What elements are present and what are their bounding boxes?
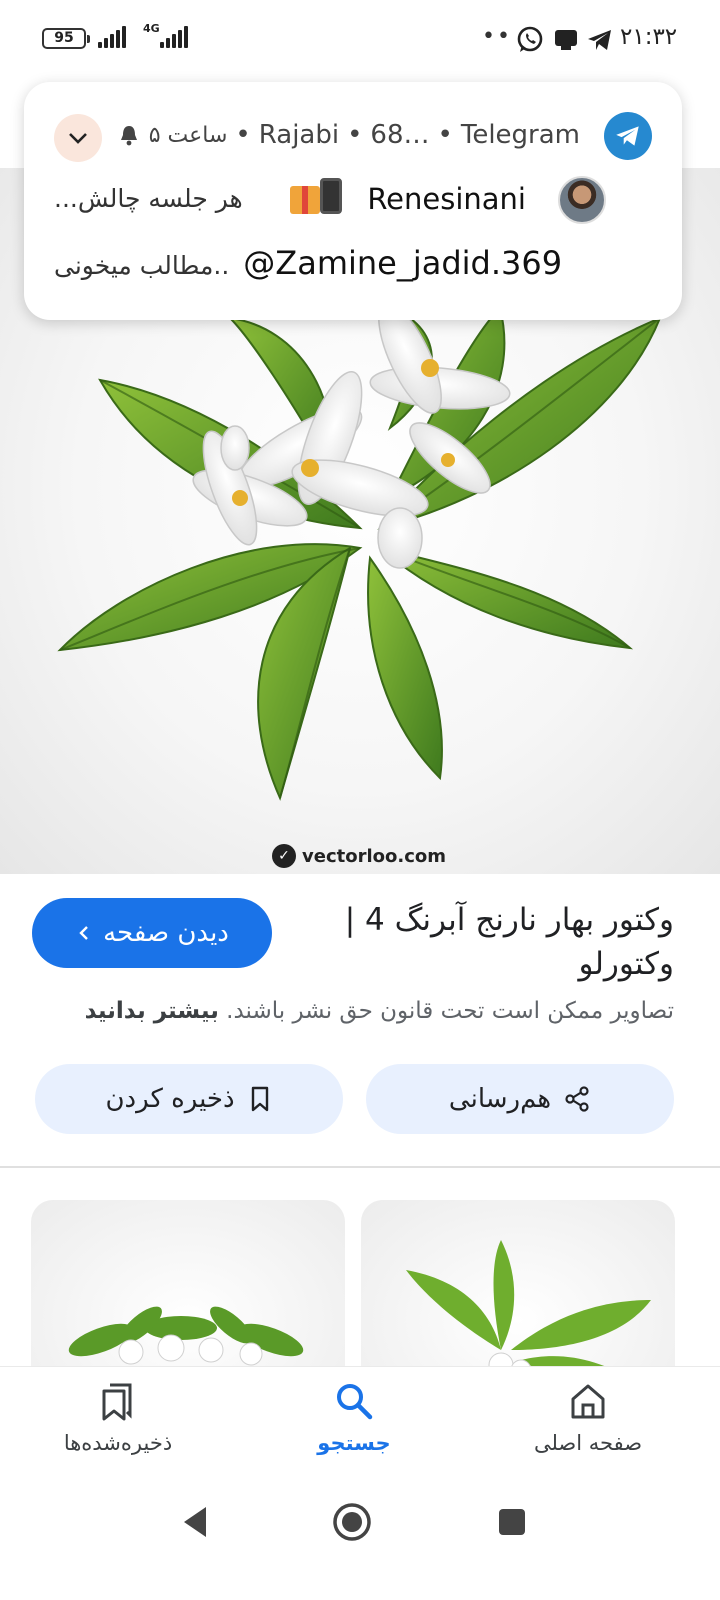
- nav-saved[interactable]: ذخیره‌شده‌ها: [18, 1381, 218, 1455]
- back-icon[interactable]: [178, 1504, 212, 1540]
- battery-indicator: 95: [42, 28, 90, 49]
- system-navigation-bar: [0, 1478, 720, 1600]
- share-icon: [565, 1086, 589, 1112]
- result-title[interactable]: وکتور بهار نارنج آبرنگ 4 | وکتورلو: [314, 898, 674, 986]
- learn-more-link[interactable]: بیشتر بدانید: [85, 998, 219, 1024]
- recents-icon[interactable]: [496, 1506, 528, 1538]
- home-icon: [571, 1384, 605, 1419]
- more-notifications-dots: ••: [482, 24, 512, 49]
- bookmarks-icon: [102, 1383, 132, 1421]
- watermark-text: vectorloo.com: [302, 845, 446, 867]
- image-watermark: ✓ vectorloo.com: [272, 844, 446, 868]
- sender-name: Renesinani: [367, 182, 526, 216]
- telegram-notification[interactable]: ۵ ساعت • Rajabi • 68… • Telegram Renesin…: [24, 82, 682, 320]
- search-icon: [337, 1384, 373, 1420]
- expand-notification-button[interactable]: [54, 114, 102, 162]
- vectorloo-logo-icon: ✓: [272, 844, 296, 868]
- notification-preview-line-2: مطالب میخونی.. @Zamine_jadid.369: [54, 244, 562, 282]
- clock: ۲۱:۳۲: [620, 24, 678, 50]
- chevron-left-icon: [79, 926, 88, 940]
- telegram-icon: [588, 30, 611, 50]
- notification-preview-line-1: هر جلسه چالش...: [54, 184, 243, 213]
- network-type: 4G: [143, 22, 160, 35]
- nav-search[interactable]: جستجو: [254, 1381, 454, 1455]
- share-label: هم‌رسانی: [448, 1084, 552, 1114]
- view-page-button[interactable]: دیدن صفحه: [32, 898, 272, 968]
- nav-home[interactable]: صفحه اصلی: [488, 1381, 688, 1455]
- notification-chat: 68…: [370, 120, 430, 150]
- notification-meta: ۵ ساعت • Rajabi • 68… • Telegram: [117, 120, 580, 150]
- save-label: ذخیره کردن: [105, 1084, 235, 1114]
- chevron-down-icon: [69, 133, 87, 144]
- notification-app-name: Telegram: [460, 120, 580, 150]
- sender-avatar: [558, 176, 606, 224]
- status-bar: 95 4G •• ۲۱:۳۲: [0, 0, 720, 78]
- bottom-navigation: ذخیره‌شده‌ها جستجو صفحه اصلی: [0, 1366, 720, 1478]
- preview-text: مطالب میخونی..: [54, 251, 230, 280]
- save-button[interactable]: ذخیره کردن: [35, 1064, 343, 1134]
- copyright-notice: تصاویر ممکن است تحت قانون حق نشر باشند. …: [85, 998, 674, 1024]
- telegram-logo-icon: [604, 112, 652, 160]
- nav-saved-label: ذخیره‌شده‌ها: [63, 1431, 173, 1455]
- view-page-label: دیدن صفحه: [103, 918, 229, 948]
- nav-home-label: صفحه اصلی: [533, 1431, 643, 1455]
- notification-time: ۵ ساعت: [148, 122, 228, 148]
- home-button-icon[interactable]: [332, 1502, 372, 1542]
- share-button[interactable]: هم‌رسانی: [366, 1064, 674, 1134]
- muted-bell-icon: [120, 126, 137, 146]
- channel-handle: @Zamine_jadid.369: [243, 244, 563, 282]
- phone-emoji-icon: [320, 178, 342, 214]
- divider: [0, 1166, 720, 1168]
- signal-2-icon: [160, 26, 188, 48]
- signal-icon: [98, 26, 126, 48]
- notification-author: Rajabi: [258, 120, 340, 150]
- whatsapp-icon: [517, 26, 543, 52]
- copyright-text: تصاویر ممکن است تحت قانون حق نشر باشند.: [226, 998, 674, 1024]
- bookmark-icon: [251, 1086, 268, 1112]
- nav-search-label: جستجو: [317, 1431, 391, 1455]
- teams-icon: [555, 30, 577, 50]
